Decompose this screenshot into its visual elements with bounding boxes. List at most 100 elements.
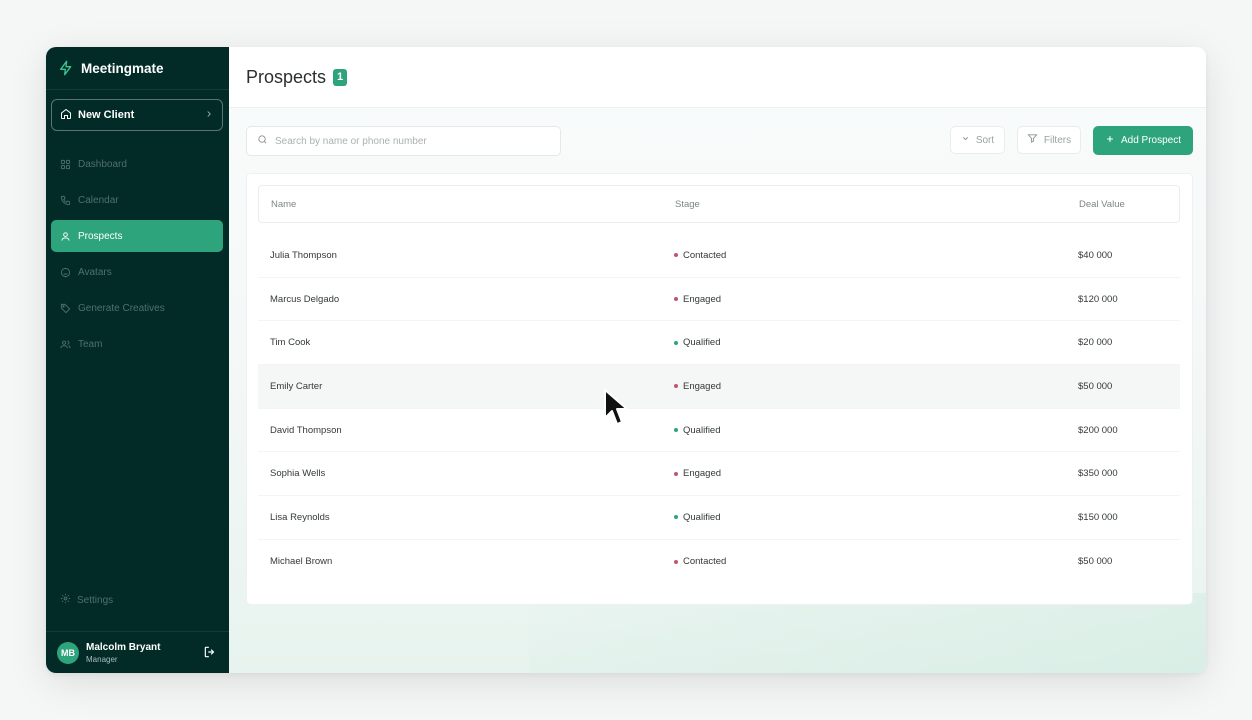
chevron-right-icon bbox=[204, 109, 214, 122]
main-content: Prospects 1 Sort Filters Add Pros bbox=[229, 47, 1206, 673]
page-title: Prospects bbox=[246, 66, 327, 87]
sort-label: Sort bbox=[975, 134, 995, 146]
user-info: Malcolm Bryant Manager bbox=[86, 642, 160, 664]
user-icon bbox=[60, 231, 71, 242]
stage-label: Qualified bbox=[683, 424, 721, 436]
count-badge: 1 bbox=[333, 68, 348, 86]
plus-icon bbox=[1105, 134, 1115, 147]
column-header-stage[interactable]: Stage bbox=[675, 186, 700, 222]
prospect-name: David Thompson bbox=[270, 424, 342, 436]
sidebar-item-label: Calendar bbox=[78, 194, 119, 206]
sidebar-item-label: Dashboard bbox=[78, 158, 127, 170]
deal-value: $150 000 bbox=[1078, 511, 1118, 523]
brand[interactable]: Meetingmate bbox=[46, 47, 229, 90]
sort-button[interactable]: Sort bbox=[950, 126, 1005, 154]
stage-cell: Contacted bbox=[674, 234, 726, 277]
sidebar-item-generate-creatives[interactable]: Generate Creatives bbox=[51, 292, 223, 324]
sidebar-nav: Dashboard Calendar Prospects Avatars Gen… bbox=[51, 148, 223, 364]
sidebar-item-team[interactable]: Team bbox=[51, 328, 223, 360]
background-decoration bbox=[529, 593, 1206, 673]
filters-label: Filters bbox=[1043, 134, 1072, 146]
stage-label: Contacted bbox=[683, 249, 727, 261]
user-name: Malcolm Bryant bbox=[86, 641, 161, 653]
chevron-down-icon bbox=[961, 134, 970, 146]
sidebar-item-label: Team bbox=[78, 338, 103, 350]
tag-icon bbox=[60, 303, 71, 314]
stage-label: Qualified bbox=[683, 337, 721, 349]
column-header-name[interactable]: Name bbox=[271, 186, 296, 222]
prospect-name: Marcus Delgado bbox=[270, 293, 340, 305]
sidebar-item-label: Generate Creatives bbox=[78, 302, 165, 314]
stage-cell: Qualified bbox=[674, 409, 721, 452]
table-row[interactable]: Julia Thompson Contacted $40 000 bbox=[258, 234, 1180, 278]
prospect-name: Michael Brown bbox=[270, 556, 333, 568]
table-header: Name Stage Deal Value bbox=[258, 185, 1180, 223]
table-row[interactable]: David Thompson Qualified $200 000 bbox=[258, 409, 1180, 453]
avatar: MB bbox=[57, 641, 79, 664]
sidebar-item-calendar[interactable]: Calendar bbox=[51, 184, 223, 216]
filter-icon bbox=[1027, 133, 1038, 147]
prospect-name: Julia Thompson bbox=[270, 249, 337, 261]
table-row[interactable]: Michael Brown Contacted $50 000 bbox=[258, 540, 1180, 584]
home-icon bbox=[60, 108, 72, 123]
sidebar-item-settings[interactable]: Settings bbox=[60, 593, 113, 607]
deal-value: $20 000 bbox=[1078, 337, 1113, 349]
prospect-name: Sophia Wells bbox=[270, 468, 326, 480]
stage-cell: Engaged bbox=[674, 452, 721, 495]
stage-label: Qualified bbox=[683, 511, 721, 523]
logout-icon[interactable] bbox=[203, 645, 217, 664]
settings-label: Settings bbox=[77, 594, 114, 606]
sidebar-item-prospects[interactable]: Prospects bbox=[51, 220, 223, 252]
mouse-pointer-icon bbox=[603, 388, 629, 433]
stage-dot bbox=[674, 515, 678, 520]
search-icon bbox=[257, 132, 268, 150]
new-client-button[interactable]: New Client bbox=[51, 99, 223, 131]
sidebar-item-avatars[interactable]: Avatars bbox=[51, 256, 223, 288]
search-box[interactable] bbox=[246, 126, 561, 156]
grid-icon bbox=[60, 159, 71, 170]
deal-value: $200 000 bbox=[1078, 424, 1118, 436]
user-role: Manager bbox=[86, 654, 118, 664]
add-prospect-button[interactable]: Add Prospect bbox=[1093, 126, 1193, 155]
table-row[interactable]: Tim Cook Qualified $20 000 bbox=[258, 321, 1180, 366]
stage-cell: Qualified bbox=[674, 496, 721, 539]
filters-button[interactable]: Filters bbox=[1017, 126, 1081, 154]
stage-dot bbox=[674, 297, 678, 302]
users-icon bbox=[60, 339, 71, 350]
deal-value: $50 000 bbox=[1078, 380, 1113, 392]
stage-label: Engaged bbox=[683, 380, 722, 392]
sidebar-item-label: Prospects bbox=[78, 230, 123, 242]
user-profile[interactable]: MB Malcolm Bryant Manager bbox=[46, 631, 229, 673]
table-body: Julia Thompson Contacted $40 000 Marcus … bbox=[258, 234, 1180, 584]
new-client-label: New Client bbox=[78, 109, 135, 121]
deal-value: $120 000 bbox=[1078, 293, 1118, 305]
stage-cell: Qualified bbox=[674, 321, 721, 364]
table-row[interactable]: Emily Carter Engaged $50 000 bbox=[258, 365, 1180, 409]
sidebar-item-dashboard[interactable]: Dashboard bbox=[51, 148, 223, 180]
sidebar-item-label: Avatars bbox=[78, 266, 112, 278]
table-row[interactable]: Lisa Reynolds Qualified $150 000 bbox=[258, 496, 1180, 540]
column-header-deal-value[interactable]: Deal Value bbox=[1079, 186, 1125, 222]
gear-icon bbox=[60, 593, 71, 607]
stage-dot bbox=[674, 428, 678, 433]
search-input[interactable] bbox=[275, 135, 545, 147]
table-row[interactable]: Marcus Delgado Engaged $120 000 bbox=[258, 278, 1180, 322]
smile-icon bbox=[60, 267, 71, 278]
stage-cell: Engaged bbox=[674, 365, 721, 408]
prospect-name: Tim Cook bbox=[270, 337, 311, 349]
table-row[interactable]: Sophia Wells Engaged $350 000 bbox=[258, 452, 1180, 497]
stage-dot bbox=[674, 253, 678, 258]
stage-label: Contacted bbox=[683, 556, 727, 568]
app-window: Meetingmate New Client Dashboard Calenda… bbox=[46, 47, 1206, 673]
stage-cell: Contacted bbox=[674, 540, 726, 584]
deal-value: $50 000 bbox=[1078, 556, 1113, 568]
prospects-table: Name Stage Deal Value Julia Thompson Con… bbox=[246, 173, 1193, 605]
deal-value: $40 000 bbox=[1078, 249, 1113, 261]
stage-dot bbox=[674, 340, 678, 345]
app-name: Meetingmate bbox=[81, 60, 164, 76]
prospect-name: Emily Carter bbox=[270, 380, 323, 392]
sidebar: Meetingmate New Client Dashboard Calenda… bbox=[46, 47, 229, 673]
stage-label: Engaged bbox=[683, 293, 722, 305]
add-prospect-label: Add Prospect bbox=[1120, 135, 1182, 146]
lightning-icon bbox=[58, 60, 74, 76]
